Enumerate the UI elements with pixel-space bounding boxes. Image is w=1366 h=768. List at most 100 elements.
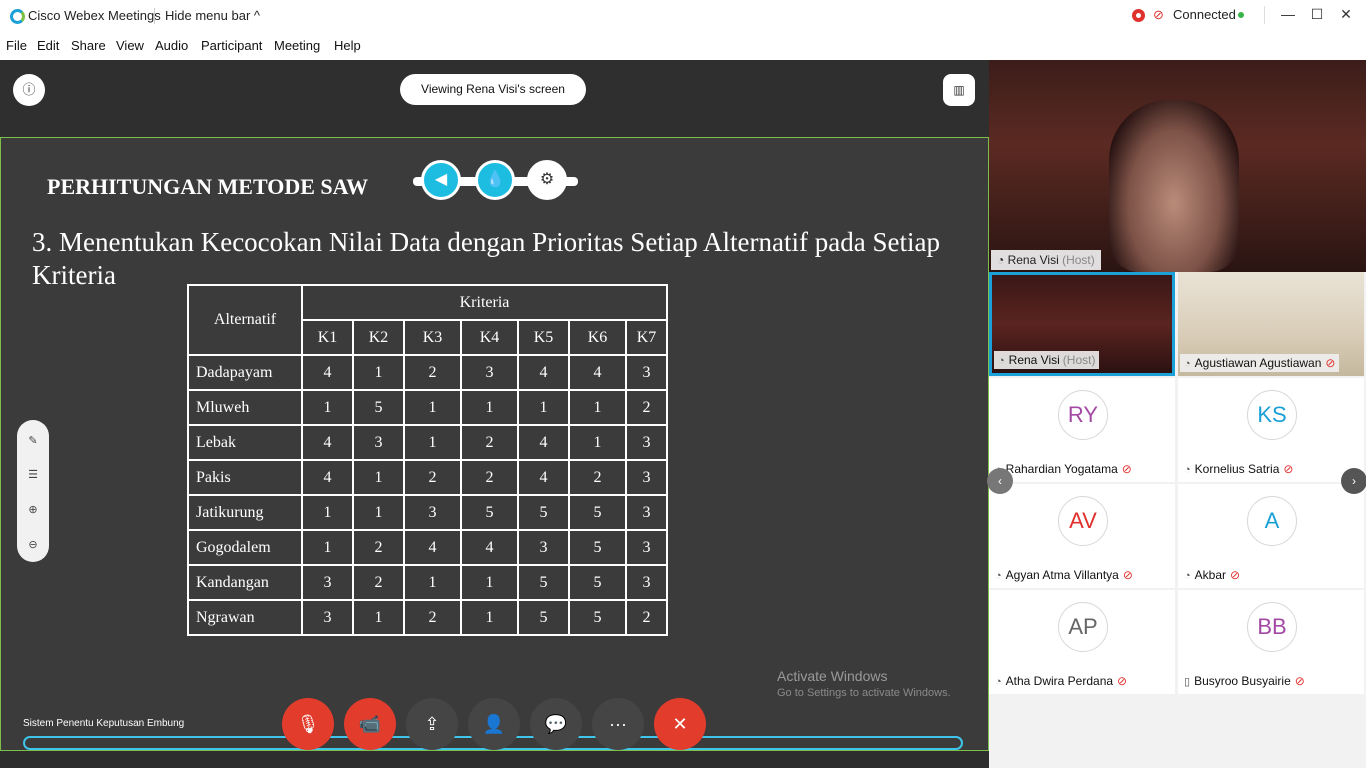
value-cell: 4 [301, 459, 354, 496]
phone-icon: ▯ [1184, 676, 1191, 688]
value-cell: 2 [625, 599, 668, 636]
menu-help[interactable]: Help [334, 38, 361, 53]
value-cell: 5 [517, 494, 570, 531]
participant-label: ◔ Agustiawan Agustiawan ⊘ [1180, 354, 1340, 372]
value-cell: 2 [403, 459, 462, 496]
menu-meeting[interactable]: Meeting [274, 38, 320, 53]
value-cell: 1 [352, 354, 405, 391]
maximize-button[interactable]: ☐ [1305, 6, 1329, 26]
avatar: AP [1058, 602, 1108, 652]
speaker-face [1109, 100, 1239, 272]
criteria-table: Alternatif Kriteria K1 K2 K3 K4 K5 K6 K7… [187, 284, 668, 636]
chat-button[interactable]: 💬 [530, 698, 582, 750]
scroll-left-icon[interactable]: ‹ [987, 468, 1013, 494]
value-cell: 2 [403, 354, 462, 391]
participant-tile[interactable]: RY ◔Rahardian Yogatama⊘ [989, 378, 1175, 482]
value-cell: 5 [517, 599, 570, 636]
active-speaker-video[interactable]: ◔ Rena Visi (Host) [989, 60, 1366, 272]
minimize-button[interactable]: — [1276, 6, 1300, 26]
scroll-right-icon[interactable]: › [1341, 468, 1366, 494]
value-cell: 3 [460, 354, 519, 391]
value-cell: 2 [352, 564, 405, 601]
audio-icon: ◔ [1184, 464, 1191, 476]
video-button[interactable]: 📹 [344, 698, 396, 750]
participant-tile[interactable]: A ◔ Akbar ⊘ [1178, 484, 1364, 588]
value-cell: 1 [403, 424, 462, 461]
audio-icon: ◔ [995, 570, 1002, 582]
value-cell: 3 [625, 354, 668, 391]
mic-off-icon: 🎙 [296, 714, 320, 734]
value-cell: 4 [403, 529, 462, 566]
muted-mic-icon: ⊘ [1117, 674, 1128, 688]
alternatif-header: Alternatif [187, 284, 303, 356]
alternatif-cell: Kandangan [187, 564, 303, 601]
menu-view[interactable]: View [116, 38, 144, 53]
avatar: A [1247, 496, 1297, 546]
avatar: RY [1058, 390, 1108, 440]
value-cell: 1 [301, 494, 354, 531]
share-button[interactable]: ⇪ [406, 698, 458, 750]
pointer-icon[interactable]: ☰ [17, 460, 49, 490]
shared-screen: PERHITUNGAN METODE SAW ◀ 💧 ⚙ 3. Menentuk… [0, 137, 989, 751]
participant-tile[interactable]: BB ▯ Busyroo Busyairie ⊘ [1178, 590, 1364, 694]
value-cell: 5 [460, 494, 519, 531]
muted-mic-icon: ⊘ [1153, 7, 1164, 22]
connection-status: Connected [1173, 7, 1236, 22]
menu-participant[interactable]: Participant [201, 38, 262, 53]
menu-edit[interactable]: Edit [37, 38, 59, 53]
table-row: Ngrawan 3 1 2 1 5 5 2 [187, 599, 668, 636]
divider [1264, 6, 1265, 24]
muted-mic-icon: ⊘ [1230, 568, 1241, 582]
slide-subtitle: 3. Menentukan Kecocokan Nilai Data denga… [32, 227, 940, 290]
participant-tile[interactable]: AP ◔ Atha Dwira Perdana ⊘ [989, 590, 1175, 694]
slide-footer: Sistem Penentu Keputusan Embung [23, 718, 185, 729]
column-header: K2 [352, 319, 405, 356]
column-header: K1 [301, 319, 354, 356]
menu-share[interactable]: Share [71, 38, 106, 53]
host-label: (Host) [1062, 253, 1095, 267]
participants-button[interactable]: 👤 [468, 698, 520, 750]
close-window-button[interactable]: ✕ [1334, 6, 1358, 26]
menu-audio[interactable]: Audio [155, 38, 188, 53]
value-cell: 5 [568, 529, 627, 566]
table-row: Dadapayam 4 1 2 3 4 4 3 [187, 354, 668, 391]
value-cell: 5 [568, 564, 627, 601]
value-cell: 5 [517, 564, 570, 601]
pen-icon[interactable]: ✎ [17, 426, 49, 456]
column-header: K5 [517, 319, 570, 356]
value-cell: 3 [625, 494, 668, 531]
value-cell: 2 [403, 599, 462, 636]
participant-tile[interactable]: ◔ Agustiawan Agustiawan ⊘ [1178, 272, 1364, 376]
value-cell: 4 [517, 354, 570, 391]
app-title: Cisco Webex Meetings [28, 8, 161, 23]
zoom-in-icon[interactable]: ⊕ [17, 495, 49, 525]
value-cell: 4 [568, 354, 627, 391]
viewing-screen-label[interactable]: Viewing Rena Visi's screen [400, 74, 586, 105]
hide-menu-bar-button[interactable]: Hide menu bar ^ [165, 8, 260, 23]
participant-tile[interactable]: ◔ Rena Visi (Host) [989, 272, 1175, 376]
participant-tile[interactable]: AV ◔ Agyan Atma Villantya ⊘ [989, 484, 1175, 588]
value-cell: 3 [625, 564, 668, 601]
more-icon: ··· [609, 714, 627, 734]
layout-toggle-icon[interactable]: ▥ [943, 74, 975, 106]
stage-header: ⓘ Viewing Rena Visi's screen ▥ [0, 60, 989, 138]
audio-icon: ◔ [998, 355, 1005, 367]
column-header: K7 [625, 319, 668, 356]
value-cell: 1 [403, 564, 462, 601]
info-icon[interactable]: ⓘ [13, 74, 45, 106]
muted-mic-icon: ⊘ [1121, 462, 1132, 476]
menu-file[interactable]: File [6, 38, 27, 53]
value-cell: 5 [568, 599, 627, 636]
value-cell: 3 [625, 529, 668, 566]
mute-button[interactable]: 🎙 [282, 698, 334, 750]
column-header: K6 [568, 319, 627, 356]
participant-label: ◔ Rena Visi (Host) [994, 351, 1100, 369]
zoom-out-icon[interactable]: ⊖ [17, 530, 49, 560]
leave-meeting-button[interactable]: ✕ [654, 698, 706, 750]
more-button[interactable]: ··· [592, 698, 644, 750]
participant-label: ▯ Busyroo Busyairie ⊘ [1184, 672, 1305, 690]
participant-tile[interactable]: KS ◔ Kornelius Satria ⊘ [1178, 378, 1364, 482]
kriteria-header: Kriteria [301, 284, 668, 321]
connected-dot-icon [1238, 12, 1244, 18]
column-header: K4 [460, 319, 519, 356]
